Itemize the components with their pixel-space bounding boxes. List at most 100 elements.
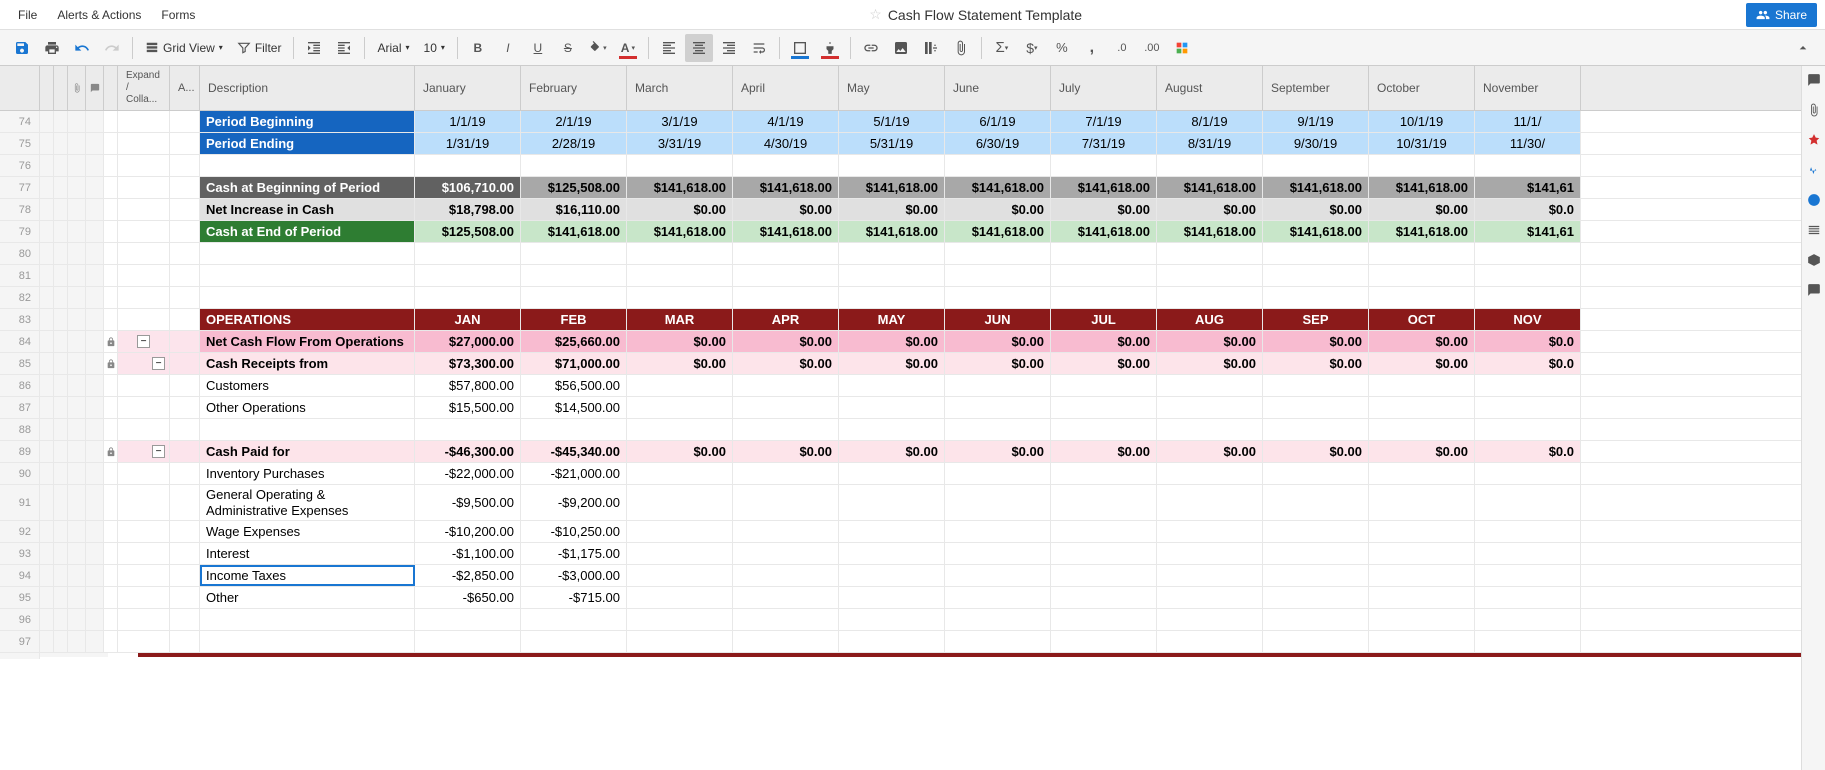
value-cell[interactable]: $0.00	[839, 331, 945, 352]
value-cell[interactable]	[1263, 419, 1369, 440]
col-october[interactable]: October	[1369, 66, 1475, 110]
value-cell[interactable]	[733, 521, 839, 542]
table-row[interactable]: 80	[0, 243, 1801, 265]
table-row[interactable]: 87Other Operations$15,500.00$14,500.00	[0, 397, 1801, 419]
publish-panel-icon[interactable]	[1806, 192, 1822, 208]
font-color-button[interactable]: A▾	[614, 34, 642, 62]
value-cell[interactable]: 1/1/19	[415, 111, 521, 132]
value-cell[interactable]	[1051, 419, 1157, 440]
value-cell[interactable]: 7/31/19	[1051, 133, 1157, 154]
value-cell[interactable]	[521, 265, 627, 286]
value-cell[interactable]: $0.00	[1157, 331, 1263, 352]
table-row[interactable]: 90Inventory Purchases-$22,000.00-$21,000…	[0, 463, 1801, 485]
value-cell[interactable]: $141,618.00	[839, 177, 945, 198]
value-cell[interactable]	[415, 287, 521, 308]
value-cell[interactable]: $0.00	[733, 353, 839, 374]
value-cell[interactable]	[839, 609, 945, 630]
value-cell[interactable]	[1263, 265, 1369, 286]
value-cell[interactable]	[627, 155, 733, 176]
value-cell[interactable]	[627, 631, 733, 652]
value-cell[interactable]	[1157, 463, 1263, 484]
description-cell[interactable]: Other	[200, 587, 415, 608]
value-cell[interactable]: $141,618.00	[733, 177, 839, 198]
value-cell[interactable]	[1369, 609, 1475, 630]
value-cell[interactable]	[945, 587, 1051, 608]
value-cell[interactable]	[1263, 609, 1369, 630]
value-cell[interactable]	[1475, 485, 1581, 520]
value-cell[interactable]	[1369, 265, 1475, 286]
value-cell[interactable]	[839, 521, 945, 542]
description-cell[interactable]	[200, 631, 415, 652]
increase-decimal-button[interactable]: .00	[1138, 34, 1166, 62]
value-cell[interactable]	[1263, 587, 1369, 608]
value-cell[interactable]: NOV	[1475, 309, 1581, 330]
value-cell[interactable]	[1263, 155, 1369, 176]
value-cell[interactable]: -$650.00	[415, 587, 521, 608]
redo-button[interactable]	[98, 34, 126, 62]
value-cell[interactable]	[1475, 419, 1581, 440]
value-cell[interactable]: $0.00	[1263, 331, 1369, 352]
value-cell[interactable]: $0.00	[839, 441, 945, 462]
value-cell[interactable]	[627, 485, 733, 520]
value-cell[interactable]	[627, 543, 733, 564]
currency-button[interactable]: $▾	[1018, 34, 1046, 62]
value-cell[interactable]	[945, 375, 1051, 396]
value-cell[interactable]	[945, 521, 1051, 542]
value-cell[interactable]: 3/1/19	[627, 111, 733, 132]
menu-alerts-actions[interactable]: Alerts & Actions	[47, 2, 151, 28]
value-cell[interactable]	[733, 419, 839, 440]
description-cell[interactable]: OPERATIONS	[200, 309, 415, 330]
value-cell[interactable]	[1051, 543, 1157, 564]
value-cell[interactable]: 2/28/19	[521, 133, 627, 154]
value-cell[interactable]	[839, 419, 945, 440]
value-cell[interactable]: $141,618.00	[1263, 221, 1369, 242]
value-cell[interactable]	[1475, 243, 1581, 264]
col-may[interactable]: May	[839, 66, 945, 110]
value-cell[interactable]	[1051, 631, 1157, 652]
value-cell[interactable]	[1051, 397, 1157, 418]
value-cell[interactable]	[521, 609, 627, 630]
value-cell[interactable]	[1475, 521, 1581, 542]
table-row[interactable]: 84−Net Cash Flow From Operations$27,000.…	[0, 331, 1801, 353]
value-cell[interactable]	[1157, 375, 1263, 396]
value-cell[interactable]: FEB	[521, 309, 627, 330]
value-cell[interactable]	[1475, 287, 1581, 308]
favorite-star-icon[interactable]: ☆	[869, 6, 882, 23]
value-cell[interactable]	[839, 287, 945, 308]
menu-file[interactable]: File	[8, 2, 47, 28]
view-selector[interactable]: Grid View▾	[139, 41, 229, 55]
value-cell[interactable]: $0.00	[627, 199, 733, 220]
value-cell[interactable]	[733, 543, 839, 564]
value-cell[interactable]	[733, 609, 839, 630]
description-cell[interactable]: Net Increase in Cash	[200, 199, 415, 220]
value-cell[interactable]	[1263, 463, 1369, 484]
table-row[interactable]: 85−Cash Receipts from$73,300.00$71,000.0…	[0, 353, 1801, 375]
value-cell[interactable]	[1051, 287, 1157, 308]
value-cell[interactable]	[733, 155, 839, 176]
table-row[interactable]: 75Period Ending1/31/192/28/193/31/194/30…	[0, 133, 1801, 155]
value-cell[interactable]	[521, 155, 627, 176]
value-cell[interactable]: $0.00	[1263, 441, 1369, 462]
value-cell[interactable]: -$9,200.00	[521, 485, 627, 520]
value-cell[interactable]: $16,110.00	[521, 199, 627, 220]
value-cell[interactable]	[627, 565, 733, 586]
image-button[interactable]	[887, 34, 915, 62]
value-cell[interactable]: $0.00	[945, 331, 1051, 352]
value-cell[interactable]: $141,618.00	[945, 177, 1051, 198]
fill-color-button[interactable]: ▾	[584, 34, 612, 62]
value-cell[interactable]	[521, 631, 627, 652]
description-cell[interactable]: General Operating & Administrative Expen…	[200, 485, 415, 520]
value-cell[interactable]	[945, 609, 1051, 630]
col-narrow-2[interactable]	[54, 66, 68, 110]
borders-button[interactable]	[786, 34, 814, 62]
value-cell[interactable]: APR	[733, 309, 839, 330]
value-cell[interactable]: JUN	[945, 309, 1051, 330]
value-cell[interactable]	[839, 587, 945, 608]
value-cell[interactable]	[839, 397, 945, 418]
value-cell[interactable]: $0.00	[1051, 199, 1157, 220]
value-cell[interactable]: $0.00	[627, 331, 733, 352]
font-selector[interactable]: Arial▾	[371, 41, 415, 55]
value-cell[interactable]	[839, 243, 945, 264]
table-row[interactable]: 97	[0, 631, 1801, 653]
value-cell[interactable]	[1157, 631, 1263, 652]
